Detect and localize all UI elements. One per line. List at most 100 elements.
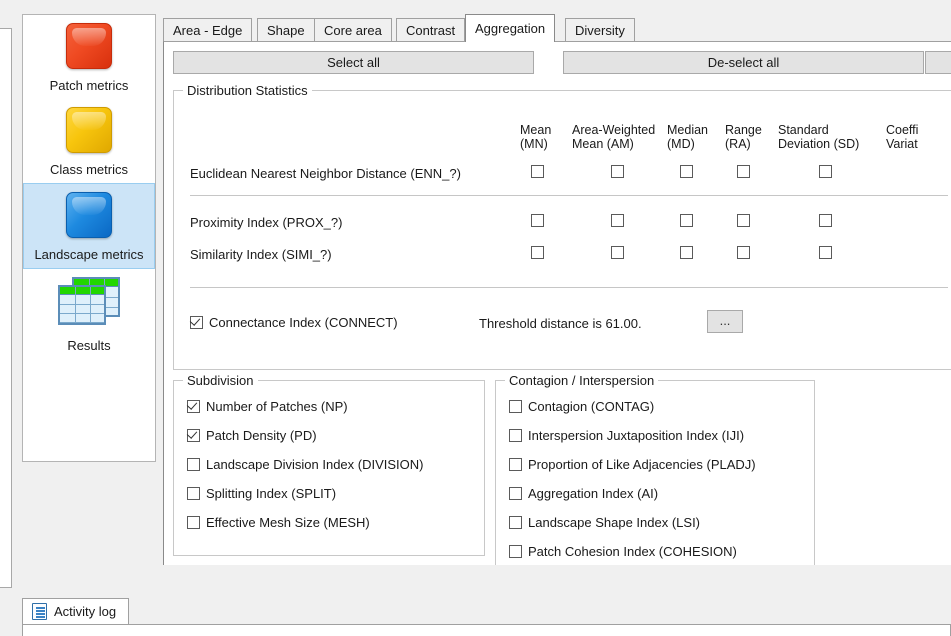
- sidebar-item-results[interactable]: Results: [23, 269, 155, 359]
- metric-row-label-simi: Similarity Index (SIMI_?): [190, 247, 332, 262]
- checkbox-label: Effective Mesh Size (MESH): [206, 515, 370, 530]
- group-legend: Distribution Statistics: [183, 83, 312, 98]
- tab-aggregation[interactable]: Aggregation: [465, 14, 555, 42]
- panel-bottom-clip: [163, 565, 951, 595]
- checkbox-interspersion-juxtaposition-index[interactable]: [509, 429, 522, 442]
- sidebar-item-label: Class metrics: [50, 162, 128, 177]
- blue-square-icon: [66, 192, 112, 238]
- checkbox-simi-sd[interactable]: [819, 246, 832, 259]
- application-window: Patch metrics Class metrics Landscape me…: [0, 0, 951, 636]
- yellow-square-icon: [66, 107, 112, 153]
- results-table-icon: [58, 277, 120, 329]
- checkbox-label: Splitting Index (SPLIT): [206, 486, 336, 501]
- checkbox-effective-mesh-size[interactable]: [187, 516, 200, 529]
- column-header-area-weighted: Area-WeightedMean (AM): [572, 123, 670, 151]
- activity-log-body: [22, 624, 951, 636]
- checkbox-prox-sd[interactable]: [819, 214, 832, 227]
- checkbox-row-connectance[interactable]: Connectance Index (CONNECT): [190, 315, 398, 330]
- checkbox-row-cohesion[interactable]: Patch Cohesion Index (COHESION): [509, 544, 737, 559]
- column-header-standard-deviation: StandardDeviation (SD): [778, 123, 884, 151]
- checkbox-row-pd[interactable]: Patch Density (PD): [187, 428, 317, 443]
- document-list-icon: [32, 603, 47, 620]
- tab-core-area[interactable]: Core area: [314, 18, 392, 42]
- activity-log-tabstrip: [22, 598, 951, 624]
- panel-toolbar: Select all De-select all: [173, 51, 951, 74]
- checkbox-patch-cohesion-index[interactable]: [509, 545, 522, 558]
- checkbox-row-ai[interactable]: Aggregation Index (AI): [509, 486, 658, 501]
- checkbox-simi-mean[interactable]: [531, 246, 544, 259]
- checkbox-label: Patch Cohesion Index (COHESION): [528, 544, 737, 559]
- checkbox-row-lsi[interactable]: Landscape Shape Index (LSI): [509, 515, 700, 530]
- checkbox-aggregation-index[interactable]: [509, 487, 522, 500]
- checkbox-row-mesh[interactable]: Effective Mesh Size (MESH): [187, 515, 370, 530]
- sidebar-item-class-metrics[interactable]: Class metrics: [23, 99, 155, 183]
- checkbox-splitting-index[interactable]: [187, 487, 200, 500]
- checkbox-row-contag[interactable]: Contagion (CONTAG): [509, 399, 654, 414]
- tab-shape[interactable]: Shape: [257, 18, 315, 42]
- column-header-mean: Mean(MN): [520, 123, 572, 151]
- subdivision-group: Subdivision Number of Patches (NP) Patch…: [173, 380, 485, 556]
- checkbox-label: Number of Patches (NP): [206, 399, 348, 414]
- tab-strip: Area - Edge Shape Core area Contrast Agg…: [163, 14, 951, 42]
- checkbox-row-pladj[interactable]: Proportion of Like Adjacencies (PLADJ): [509, 457, 756, 472]
- checkbox-simi-am[interactable]: [611, 246, 624, 259]
- checkbox-landscape-division-index[interactable]: [187, 458, 200, 471]
- column-header-range: Range(RA): [725, 123, 775, 151]
- checkbox-patch-density[interactable]: [187, 429, 200, 442]
- tab-label: Activity log: [54, 604, 116, 619]
- checkbox-row-split[interactable]: Splitting Index (SPLIT): [187, 486, 336, 501]
- metric-row-label-enn: Euclidean Nearest Neighbor Distance (ENN…: [190, 166, 461, 181]
- column-header-median: Median(MD): [667, 123, 723, 151]
- group-legend: Subdivision: [183, 373, 258, 388]
- tab-activity-log[interactable]: Activity log: [22, 598, 129, 624]
- checkbox-enn-mean[interactable]: [531, 165, 544, 178]
- threshold-browse-button[interactable]: ...: [707, 310, 743, 333]
- checkbox-prox-median[interactable]: [680, 214, 693, 227]
- checkbox-proportion-of-like-adjacencies[interactable]: [509, 458, 522, 471]
- section-separator: [190, 287, 948, 288]
- checkbox-simi-range[interactable]: [737, 246, 750, 259]
- checkbox-label: Patch Density (PD): [206, 428, 317, 443]
- sidebar-item-label: Landscape metrics: [34, 247, 143, 262]
- third-toolbar-button[interactable]: [925, 51, 951, 74]
- checkbox-enn-range[interactable]: [737, 165, 750, 178]
- checkbox-connectance[interactable]: [190, 316, 203, 329]
- checkbox-simi-median[interactable]: [680, 246, 693, 259]
- checkbox-prox-range[interactable]: [737, 214, 750, 227]
- checkbox-prox-am[interactable]: [611, 214, 624, 227]
- distribution-statistics-group: Distribution Statistics Mean(MN) Area-We…: [173, 90, 951, 370]
- checkbox-label: Landscape Shape Index (LSI): [528, 515, 700, 530]
- checkbox-row-np[interactable]: Number of Patches (NP): [187, 399, 348, 414]
- left-clipped-panel-fragment: [0, 28, 12, 588]
- tab-diversity[interactable]: Diversity: [565, 18, 635, 42]
- sidebar-item-patch-metrics[interactable]: Patch metrics: [23, 15, 155, 99]
- tab-contrast[interactable]: Contrast: [396, 18, 465, 42]
- select-all-button[interactable]: Select all: [173, 51, 534, 74]
- activity-log-area: Activity log: [22, 598, 951, 636]
- checkbox-enn-median[interactable]: [680, 165, 693, 178]
- checkbox-label: Proportion of Like Adjacencies (PLADJ): [528, 457, 756, 472]
- checkbox-prox-mean[interactable]: [531, 214, 544, 227]
- checkbox-row-iji[interactable]: Interspersion Juxtaposition Index (IJI): [509, 428, 744, 443]
- tab-area-edge[interactable]: Area - Edge: [163, 18, 252, 42]
- row-separator: [190, 195, 948, 196]
- checkbox-label: Landscape Division Index (DIVISION): [206, 457, 423, 472]
- checkbox-label: Connectance Index (CONNECT): [209, 315, 398, 330]
- checkbox-row-division[interactable]: Landscape Division Index (DIVISION): [187, 457, 423, 472]
- sidebar-item-label: Results: [67, 338, 110, 353]
- aggregation-panel: Select all De-select all Distribution St…: [163, 41, 951, 592]
- sidebar-item-label: Patch metrics: [50, 78, 129, 93]
- checkbox-enn-sd[interactable]: [819, 165, 832, 178]
- column-header-coefficient-of-variation: CoeffiVariat: [886, 123, 951, 151]
- de-select-all-button[interactable]: De-select all: [563, 51, 924, 74]
- sidebar: Patch metrics Class metrics Landscape me…: [22, 14, 156, 462]
- sidebar-item-landscape-metrics[interactable]: Landscape metrics: [23, 183, 155, 269]
- contagion-interspersion-group: Contagion / Interspersion Contagion (CON…: [495, 380, 815, 580]
- checkbox-label: Interspersion Juxtaposition Index (IJI): [528, 428, 744, 443]
- threshold-distance-text: Threshold distance is 61.00.: [479, 316, 642, 331]
- checkbox-landscape-shape-index[interactable]: [509, 516, 522, 529]
- checkbox-contagion[interactable]: [509, 400, 522, 413]
- metric-row-label-prox: Proximity Index (PROX_?): [190, 215, 342, 230]
- checkbox-number-of-patches[interactable]: [187, 400, 200, 413]
- checkbox-enn-am[interactable]: [611, 165, 624, 178]
